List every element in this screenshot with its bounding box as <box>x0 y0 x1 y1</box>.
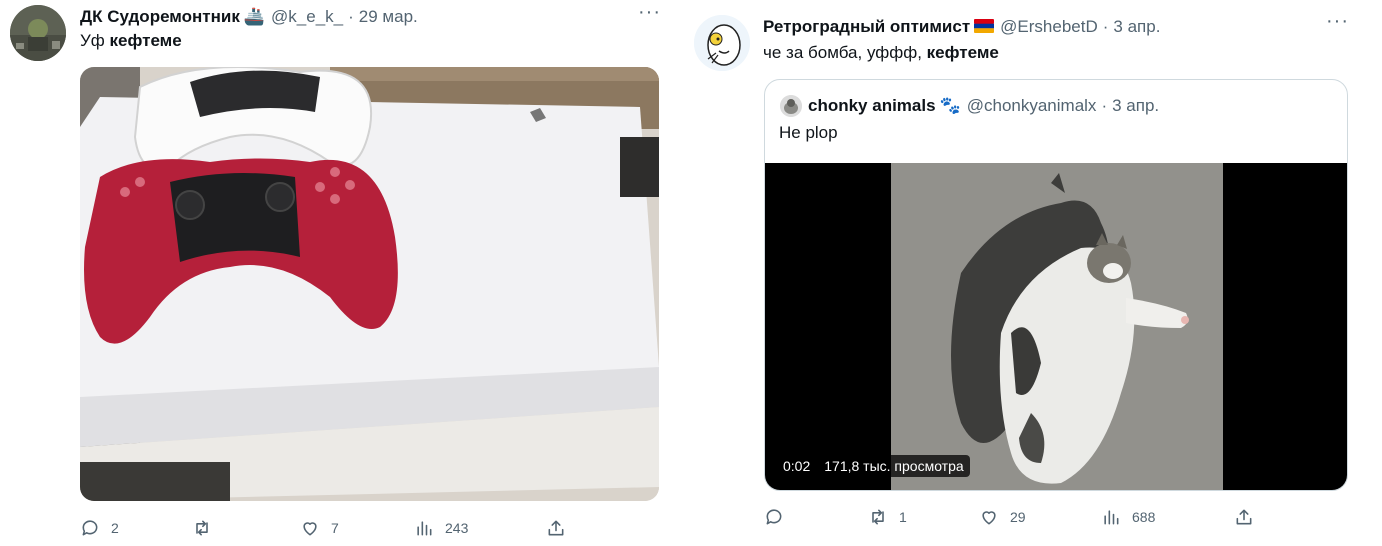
share-icon <box>548 520 564 536</box>
separator-dot: · <box>1101 96 1108 115</box>
like-count: 29 <box>1010 509 1026 525</box>
views-chart-icon <box>417 521 432 536</box>
reply-icon <box>766 509 782 525</box>
tweet-2[interactable]: Ретроградный оптимист @ErshebetD · 3 апр… <box>690 0 1382 546</box>
action-bar: 1 29 688 <box>764 505 1264 529</box>
quoted-text: Не plop <box>779 123 838 142</box>
tweet-text-plain: че за бомба, уффф, <box>763 43 927 62</box>
views-button[interactable]: 688 <box>1101 505 1155 529</box>
tweet-date[interactable]: 3 апр. <box>1113 17 1160 37</box>
share-button[interactable] <box>546 516 566 540</box>
like-button[interactable]: 29 <box>979 505 1026 529</box>
like-count: 7 <box>331 520 339 536</box>
views-count: 688 <box>1132 509 1156 525</box>
reply-button[interactable]: 2 <box>80 516 119 540</box>
avatar[interactable] <box>694 15 750 71</box>
quoted-tweet[interactable]: chonky animals 🐾 @chonkyanimalx · 3 апр.… <box>764 79 1348 491</box>
views-button[interactable]: 243 <box>414 516 468 540</box>
ship-emoji-badge: 🚢 <box>243 7 266 26</box>
author-handle[interactable]: @ErshebetD <box>1000 17 1098 37</box>
views-chart-icon <box>1104 510 1119 525</box>
video-info: 0:02 171,8 тыс. просмотра <box>777 454 970 478</box>
action-bar: 2 7 243 <box>80 516 580 540</box>
heart-icon <box>982 511 996 525</box>
quoted-date[interactable]: 3 апр. <box>1112 96 1159 116</box>
reply-count: 2 <box>111 520 119 536</box>
reply-icon <box>82 520 98 536</box>
photo-console-controllers <box>80 67 659 501</box>
separator-dot: · <box>1102 17 1109 36</box>
avatar[interactable] <box>10 5 66 61</box>
repost-button[interactable] <box>192 516 223 540</box>
tweet-text-plain: Уф <box>80 31 110 50</box>
repost-button[interactable]: 1 <box>868 505 907 529</box>
armenian-flag-icon <box>974 17 995 37</box>
tweet-1[interactable]: ДК Судоремонтник 🚢 @k_e_k_ · 29 мар. ···… <box>0 0 680 546</box>
author-handle[interactable]: @k_e_k_ <box>271 7 343 27</box>
more-options-icon[interactable]: ··· <box>1326 10 1349 33</box>
views-count: 243 <box>445 520 469 536</box>
video-duration: 0:02 <box>777 455 817 477</box>
tweet-header: Ретроградный оптимист @ErshebetD · 3 апр… <box>763 15 1160 39</box>
video-views: 171,8 тыс. просмотра <box>818 455 970 477</box>
tweet-header: ДК Судоремонтник 🚢 @k_e_k_ · 29 мар. <box>80 5 418 29</box>
separator-dot: · <box>348 7 354 26</box>
tweet-text: че за бомба, уффф, кефтеме <box>763 43 999 63</box>
video-player[interactable]: 0:02 171,8 тыс. просмотра <box>765 163 1347 490</box>
tweet-date[interactable]: 29 мар. <box>359 7 418 27</box>
tweet-photo[interactable] <box>80 67 659 501</box>
repost-icon <box>872 509 884 525</box>
tweet-text-bold: кефтеме <box>109 31 182 50</box>
author-name[interactable]: Ретроградный оптимист <box>763 17 970 37</box>
tweet-text: Уф кефтеме <box>80 31 182 51</box>
video-thumbnail <box>891 163 1223 490</box>
more-options-icon[interactable]: ··· <box>638 1 661 24</box>
reply-button[interactable] <box>764 505 795 529</box>
repost-count: 1 <box>899 509 907 525</box>
repost-icon <box>196 520 208 536</box>
tweet-text-bold: кефтеме <box>926 43 999 62</box>
share-button[interactable] <box>1234 505 1254 529</box>
paw-emoji-badge: 🐾 <box>939 96 961 115</box>
quoted-header: chonky animals 🐾 @chonkyanimalx · 3 апр. <box>808 95 1159 117</box>
quoted-author-handle[interactable]: @chonkyanimalx <box>967 96 1097 116</box>
quoted-avatar[interactable] <box>780 95 802 117</box>
like-button[interactable]: 7 <box>300 516 339 540</box>
heart-icon <box>303 522 317 536</box>
quoted-author-name[interactable]: chonky animals <box>808 96 936 116</box>
author-name[interactable]: ДК Судоремонтник <box>80 7 240 27</box>
share-icon <box>1236 509 1252 525</box>
